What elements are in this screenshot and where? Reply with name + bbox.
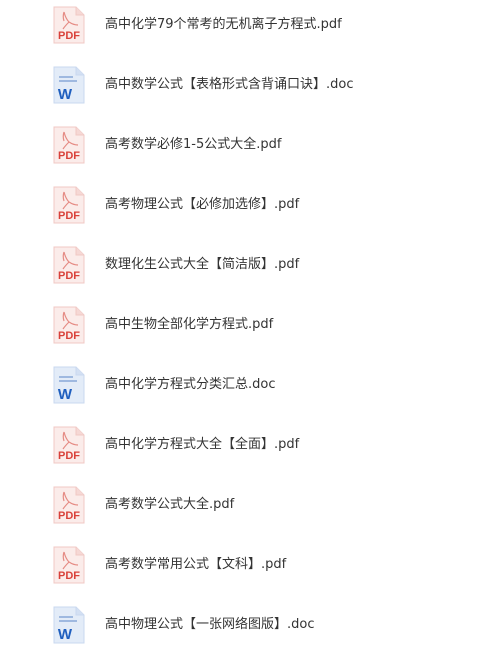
file-name[interactable]: 高考物理公式【必修加选修】.pdf: [105, 196, 299, 214]
pdf-badge: PDF: [58, 450, 80, 462]
word-file-icon: W: [53, 606, 85, 644]
file-name[interactable]: 数理化生公式大全【简洁版】.pdf: [105, 256, 299, 274]
pdf-file-icon: PDF: [53, 6, 85, 44]
file-row[interactable]: PDF 高考数学公式大全.pdf: [0, 480, 487, 540]
file-name[interactable]: 高考数学常用公式【文科】.pdf: [105, 556, 286, 574]
pdf-badge: PDF: [58, 570, 80, 582]
pdf-badge: PDF: [58, 30, 80, 42]
file-name[interactable]: 高中数学公式【表格形式含背诵口诀】.doc: [105, 76, 354, 94]
file-list: PDF 高中化学79个常考的无机离子方程式.pdf W 高中数学公式【表格形式含背诵口…: [0, 0, 487, 650]
file-name[interactable]: 高中化学方程式大全【全面】.pdf: [105, 436, 299, 454]
pdf-file-icon: PDF: [53, 546, 85, 584]
file-row[interactable]: PDF 高考物理公式【必修加选修】.pdf: [0, 180, 487, 240]
pdf-badge: PDF: [58, 150, 80, 162]
file-row[interactable]: W 高中数学公式【表格形式含背诵口诀】.doc: [0, 60, 487, 120]
word-file-icon: W: [53, 66, 85, 104]
pdf-badge: PDF: [58, 270, 80, 282]
word-badge: W: [58, 86, 73, 103]
file-row[interactable]: PDF 高中化学方程式大全【全面】.pdf: [0, 420, 487, 480]
pdf-file-icon: PDF: [53, 426, 85, 464]
pdf-badge: PDF: [58, 330, 80, 342]
pdf-file-icon: PDF: [53, 126, 85, 164]
word-badge: W: [58, 626, 73, 643]
file-name[interactable]: 高中生物全部化学方程式.pdf: [105, 316, 273, 334]
word-badge: W: [58, 386, 73, 403]
file-name[interactable]: 高中化学79个常考的无机离子方程式.pdf: [105, 16, 342, 34]
file-row[interactable]: PDF 高中化学79个常考的无机离子方程式.pdf: [0, 0, 487, 60]
pdf-file-icon: PDF: [53, 486, 85, 524]
file-row[interactable]: W 高中化学方程式分类汇总.doc: [0, 360, 487, 420]
file-row[interactable]: PDF 高考数学必修1-5公式大全.pdf: [0, 120, 487, 180]
file-name[interactable]: 高中物理公式【一张网络图版】.doc: [105, 616, 315, 634]
pdf-file-icon: PDF: [53, 306, 85, 344]
file-row[interactable]: W 高中物理公式【一张网络图版】.doc: [0, 600, 487, 660]
pdf-file-icon: PDF: [53, 246, 85, 284]
file-name[interactable]: 高中化学方程式分类汇总.doc: [105, 376, 276, 394]
file-name[interactable]: 高考数学必修1-5公式大全.pdf: [105, 136, 281, 154]
file-row[interactable]: PDF 数理化生公式大全【简洁版】.pdf: [0, 240, 487, 300]
pdf-file-icon: PDF: [53, 186, 85, 224]
file-name[interactable]: 高考数学公式大全.pdf: [105, 496, 234, 514]
pdf-badge: PDF: [58, 210, 80, 222]
file-row[interactable]: PDF 高中生物全部化学方程式.pdf: [0, 300, 487, 360]
file-row[interactable]: PDF 高考数学常用公式【文科】.pdf: [0, 540, 487, 600]
word-file-icon: W: [53, 366, 85, 404]
pdf-badge: PDF: [58, 510, 80, 522]
